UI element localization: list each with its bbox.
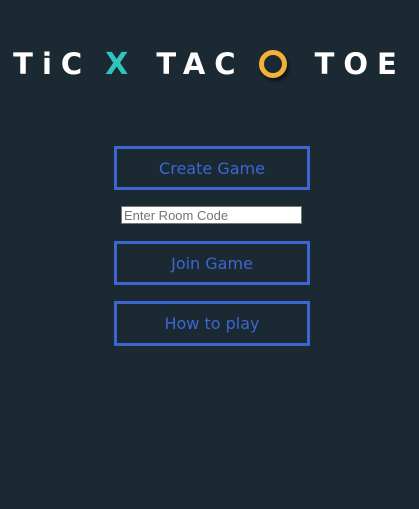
join-game-button[interactable]: Join Game xyxy=(114,241,310,285)
game-title: TiC X TAC TOE xyxy=(0,44,419,84)
title-word-toe: TOE xyxy=(314,47,406,81)
game-lobby: TiC X TAC TOE Create Game Join Game How … xyxy=(0,0,419,509)
x-mark-icon: X xyxy=(105,46,129,82)
room-code-input[interactable] xyxy=(121,206,302,224)
title-word-tic: TiC xyxy=(13,47,92,81)
how-to-play-button[interactable]: How to play xyxy=(114,301,310,346)
create-game-button[interactable]: Create Game xyxy=(114,146,310,190)
title-word-tac: TAC xyxy=(156,47,245,81)
o-ring-icon xyxy=(258,50,287,78)
